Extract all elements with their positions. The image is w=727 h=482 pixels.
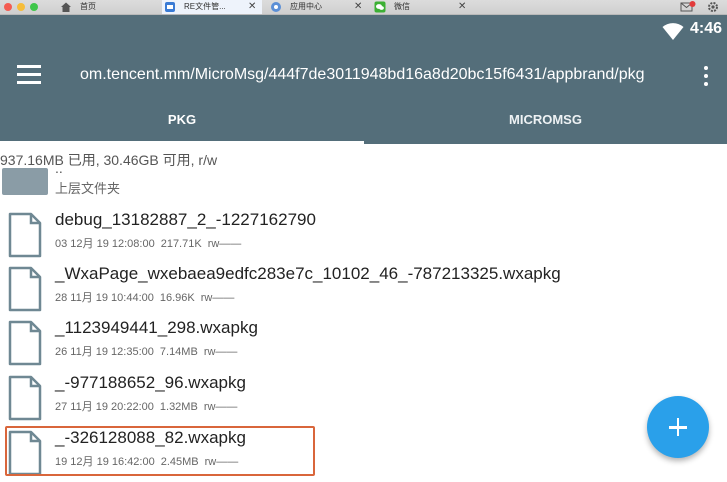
file-permissions: rw—— [203, 346, 238, 358]
add-button[interactable] [647, 396, 709, 458]
gear-icon[interactable] [706, 1, 720, 13]
window-tab-re-file-manager[interactable]: RE文件管... ✕ [162, 0, 262, 14]
window-tab-bar: 首页 RE文件管... ✕ 应用中心 ✕ 微信 ✕ [0, 0, 727, 15]
file-permissions: rw—— [207, 238, 242, 250]
status-bar: 4:46 [0, 15, 727, 48]
app-center-icon [271, 2, 281, 12]
list-item[interactable]: _WxaPage_wxebaea9edfc283e7c_10102_46_-78… [0, 264, 640, 318]
file-name: _-977188652_96.wxapkg [55, 373, 246, 392]
minimize-window-button[interactable] [17, 3, 25, 11]
file-date: 03 12月 19 12:08:00 [55, 238, 155, 250]
mail-icon[interactable] [680, 1, 696, 13]
file-date: 27 11月 19 20:22:00 [55, 401, 154, 413]
list-item[interactable]: _-977188652_96.wxapkg 27 11月 19 20:22:00… [0, 373, 640, 427]
file-date: 26 11月 19 12:35:00 [55, 346, 154, 358]
app-header: 4:46 om.tencent.mm/MicroMsg/444f7de30119… [0, 15, 727, 144]
home-icon [61, 2, 71, 12]
parent-dots: .. [55, 160, 63, 176]
wifi-icon [662, 23, 684, 40]
tab-micromsg[interactable]: MICROMSG [364, 104, 727, 144]
status-time: 4:46 [690, 20, 723, 37]
re-file-manager-icon [165, 2, 175, 12]
file-name: debug_13182887_2_-1227162790 [55, 210, 316, 229]
window-tab-label: RE文件管... [184, 2, 226, 11]
file-permissions: rw—— [200, 292, 235, 304]
wechat-icon [374, 1, 386, 13]
file-date: 28 11月 19 10:44:00 [55, 292, 154, 304]
file-name: _1123949441_298.wxapkg [55, 318, 258, 337]
tab-close-icon[interactable]: ✕ [458, 0, 466, 14]
more-options-icon[interactable] [703, 66, 709, 86]
file-meta: 03 12月 19 12:08:00 217.71K rw—— [55, 235, 247, 251]
list-item[interactable]: _1123949441_298.wxapkg 26 11月 19 12:35:0… [0, 318, 640, 372]
window-tab-app-center[interactable]: 应用中心 ✕ [268, 0, 368, 14]
file-list: 937.16MB 已用, 30.46GB 可用, r/w .. 上层文件夹 de… [0, 144, 727, 476]
window-tab-home[interactable]: 首页 [58, 0, 158, 14]
tab-close-icon[interactable]: ✕ [354, 0, 362, 14]
file-icon [8, 320, 42, 366]
window-tab-label: 微信 [394, 2, 410, 11]
maximize-window-button[interactable] [30, 3, 38, 11]
parent-folder-item[interactable]: .. 上层文件夹 [0, 160, 400, 198]
window-tab-wechat[interactable]: 微信 ✕ [372, 0, 472, 14]
file-size: 1.32MB [159, 401, 198, 413]
file-size: 217.71K [160, 238, 202, 250]
menu-icon[interactable] [17, 65, 41, 85]
close-window-button[interactable] [4, 3, 12, 11]
file-meta: 26 11月 19 12:35:00 7.14MB rw—— [55, 343, 243, 359]
file-size: 16.96K [159, 292, 195, 304]
parent-folder-label: 上层文件夹 [55, 181, 121, 196]
file-size: 7.14MB [159, 346, 198, 358]
highlight-box [5, 426, 315, 476]
tab-pkg[interactable]: PKG [0, 104, 364, 144]
file-meta: 28 11月 19 10:44:00 16.96K rw—— [55, 289, 240, 305]
folder-tabs: PKG MICROMSG [0, 104, 727, 144]
toolbar: om.tencent.mm/MicroMsg/444f7de3011948bd1… [0, 48, 727, 104]
file-name: _WxaPage_wxebaea9edfc283e7c_10102_46_-78… [55, 264, 561, 283]
file-icon [8, 375, 42, 421]
current-path: om.tencent.mm/MicroMsg/444f7de3011948bd1… [80, 66, 645, 83]
file-icon [8, 266, 42, 312]
list-item[interactable]: debug_13182887_2_-1227162790 03 12月 19 1… [0, 210, 640, 264]
window-tab-label: 首页 [80, 2, 96, 11]
window-tab-label: 应用中心 [290, 2, 322, 11]
file-permissions: rw—— [203, 401, 238, 413]
file-meta: 27 11月 19 20:22:00 1.32MB rw—— [55, 398, 243, 414]
file-icon [8, 212, 42, 258]
tab-close-icon[interactable]: ✕ [248, 0, 256, 14]
folder-icon [2, 168, 48, 195]
